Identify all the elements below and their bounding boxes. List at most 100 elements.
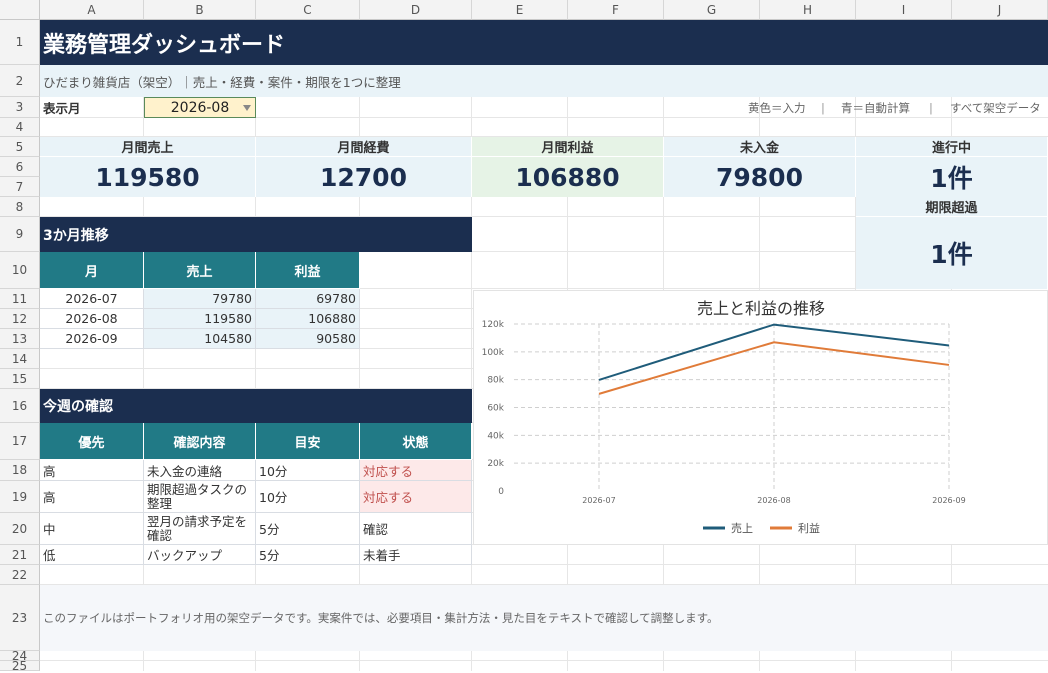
legend-input-note: 黄色＝入力: [748, 100, 806, 115]
sheet-corner[interactable]: [0, 0, 40, 20]
weekly-time-cell[interactable]: 10分: [256, 460, 360, 481]
weekly-priority-cell[interactable]: 高: [40, 460, 144, 481]
trend-sales-cell[interactable]: 104580: [144, 329, 256, 349]
row-header[interactable]: 18: [0, 460, 40, 481]
dropdown-arrow-icon[interactable]: [243, 105, 251, 111]
trend-header-month: 月: [40, 252, 144, 289]
column-header[interactable]: D: [360, 0, 472, 20]
row-header[interactable]: 20: [0, 513, 40, 545]
chart-y-tick-label: 120k: [482, 320, 505, 330]
trend-profit-cell[interactable]: 106880: [256, 309, 360, 329]
chart-legend-label: 売上: [731, 522, 753, 535]
kpi-in-progress-value: 1件: [856, 157, 1048, 197]
weekly-priority-cell[interactable]: 高: [40, 481, 144, 513]
dashboard-subtitle: ひだまり雑貨店（架空）｜売上・経費・案件・期限を1つに整理: [40, 65, 1048, 97]
row-header[interactable]: 25: [0, 659, 40, 673]
row-header[interactable]: 4: [0, 118, 40, 137]
row-header[interactable]: 3: [0, 97, 40, 118]
column-header[interactable]: B: [144, 0, 256, 20]
column-header[interactable]: J: [952, 0, 1048, 20]
month-select[interactable]: 2026-08: [144, 97, 256, 118]
weekly-header-priority: 優先: [40, 423, 144, 460]
weekly-status-cell[interactable]: 確認: [360, 513, 472, 545]
trend-profit-cell[interactable]: 90580: [256, 329, 360, 349]
row-header[interactable]: 15: [0, 369, 40, 389]
row-header[interactable]: 2: [0, 65, 40, 97]
row-header[interactable]: 8: [0, 197, 40, 217]
row-header[interactable]: 17: [0, 423, 40, 460]
row-header[interactable]: 1: [0, 20, 40, 65]
row-header[interactable]: 12: [0, 309, 40, 329]
row-header[interactable]: 19: [0, 481, 40, 513]
line-chart[interactable]: 売上と利益の推移 0 20k 40k 60k 80k 100k 120k 2026-07 2026…: [473, 290, 1048, 545]
weekly-time-cell[interactable]: 5分: [256, 545, 360, 565]
chart-x-tick-label: 2026-07: [582, 496, 615, 505]
row-header[interactable]: 7: [0, 177, 40, 197]
trend-sales-cell[interactable]: 79780: [144, 289, 256, 309]
row-header[interactable]: 14: [0, 349, 40, 369]
chart-x-tick-label: 2026-09: [932, 496, 965, 505]
trend-section-title: 3か月推移: [40, 217, 472, 252]
column-header[interactable]: G: [664, 0, 760, 20]
weekly-section-title: 今週の確認: [40, 389, 472, 423]
weekly-time-cell[interactable]: 10分: [256, 481, 360, 513]
column-header[interactable]: C: [256, 0, 360, 20]
chart-y-tick-label: 100k: [482, 348, 505, 358]
trend-month-cell[interactable]: 2026-07: [40, 289, 144, 309]
legend-separator: |: [929, 100, 933, 115]
weekly-time-cell[interactable]: 5分: [256, 513, 360, 545]
chart-y-tick-label: 0: [498, 487, 504, 497]
column-header[interactable]: E: [472, 0, 568, 20]
trend-sales-cell[interactable]: 119580: [144, 309, 256, 329]
chart-svg: 売上と利益の推移 0 20k 40k 60k 80k 100k 120k 2026-07 2026…: [482, 299, 966, 535]
row-header[interactable]: 10: [0, 252, 40, 289]
column-header[interactable]: H: [760, 0, 856, 20]
kpi-unpaid-value: 79800: [664, 157, 856, 197]
kpi-in-progress-label: 進行中: [856, 137, 1048, 157]
weekly-priority-cell[interactable]: 中: [40, 513, 144, 545]
chart-title: 売上と利益の推移: [697, 299, 825, 318]
row-header[interactable]: 11: [0, 289, 40, 309]
weekly-header-status: 状態: [360, 423, 472, 460]
kpi-overdue-value: 1件: [856, 217, 1048, 289]
legend-fake-note: すべて架空データ: [950, 100, 1041, 115]
kpi-sales-value: 119580: [40, 157, 256, 197]
row-header[interactable]: 5: [0, 137, 40, 157]
column-header[interactable]: F: [568, 0, 664, 20]
chart-x-tick-label: 2026-08: [757, 496, 790, 505]
weekly-task-cell[interactable]: 翌月の請求予定を確認: [144, 513, 256, 545]
kpi-profit-value: 106880: [472, 157, 664, 197]
weekly-priority-cell[interactable]: 低: [40, 545, 144, 565]
weekly-status-cell[interactable]: 未着手: [360, 545, 472, 565]
chart-y-tick-label: 80k: [487, 376, 504, 386]
month-select-value: 2026-08: [170, 99, 230, 116]
weekly-task-cell[interactable]: 期限超過タスクの整理: [144, 481, 256, 513]
row-header[interactable]: 23: [0, 585, 40, 651]
month-label: 表示月: [43, 101, 81, 116]
weekly-task-cell[interactable]: 未入金の連絡: [144, 460, 256, 481]
trend-month-cell[interactable]: 2026-09: [40, 329, 144, 349]
row-header[interactable]: 6: [0, 157, 40, 177]
trend-month-cell[interactable]: 2026-08: [40, 309, 144, 329]
row-header[interactable]: 22: [0, 565, 40, 585]
kpi-expense-value: 12700: [256, 157, 472, 197]
weekly-status-cell[interactable]: 対応する: [360, 481, 472, 513]
column-header[interactable]: I: [856, 0, 952, 20]
chart-y-tick-label: 20k: [487, 459, 504, 469]
row-header[interactable]: 21: [0, 545, 40, 565]
trend-header-sales: 売上: [144, 252, 256, 289]
weekly-status-cell[interactable]: 対応する: [360, 460, 472, 481]
weekly-task-cell[interactable]: バックアップ: [144, 545, 256, 565]
kpi-unpaid-label: 未入金: [664, 137, 856, 157]
column-header[interactable]: A: [40, 0, 144, 20]
weekly-header-task: 確認内容: [144, 423, 256, 460]
dashboard-title: 業務管理ダッシュボード: [40, 20, 1048, 65]
kpi-overdue-label: 期限超過: [856, 197, 1048, 217]
row-header[interactable]: 16: [0, 389, 40, 423]
row-header[interactable]: 13: [0, 329, 40, 349]
kpi-expense-label: 月間経費: [256, 137, 472, 157]
trend-header-profit: 利益: [256, 252, 360, 289]
row-header[interactable]: 9: [0, 217, 40, 252]
weekly-header-time: 目安: [256, 423, 360, 460]
trend-profit-cell[interactable]: 69780: [256, 289, 360, 309]
